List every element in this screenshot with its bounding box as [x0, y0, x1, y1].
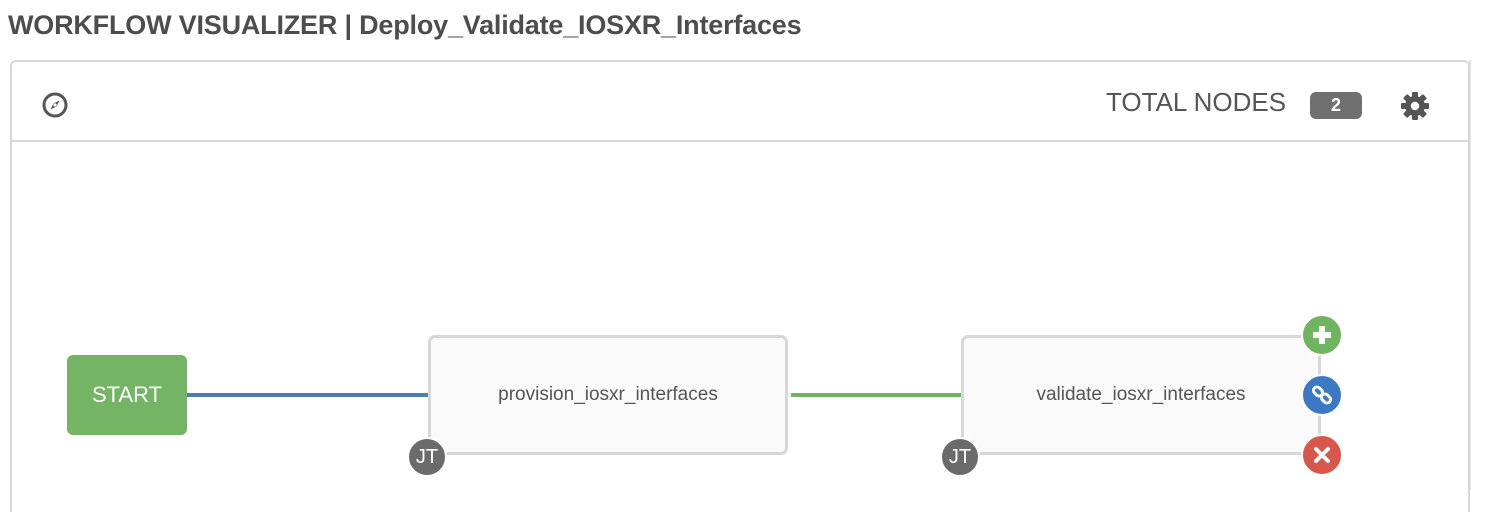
- delete-node-button[interactable]: [1301, 434, 1343, 476]
- link-node-button[interactable]: [1301, 374, 1343, 416]
- link-icon: [1310, 383, 1334, 407]
- plus-icon: [1311, 324, 1333, 346]
- job-template-badge: JT: [407, 437, 447, 477]
- workflow-canvas[interactable]: START provision_iosxr_interfaces JT vali…: [0, 0, 1488, 490]
- close-icon: [1312, 445, 1332, 465]
- add-node-button[interactable]: [1301, 314, 1343, 356]
- workflow-node-validate[interactable]: validate_iosxr_interfaces: [961, 335, 1321, 455]
- start-node[interactable]: START: [67, 355, 187, 435]
- node-label: validate_iosxr_interfaces: [1036, 384, 1246, 405]
- job-template-badge: JT: [940, 437, 980, 477]
- node-label: provision_iosxr_interfaces: [498, 384, 718, 405]
- workflow-node-provision[interactable]: provision_iosxr_interfaces: [428, 335, 788, 455]
